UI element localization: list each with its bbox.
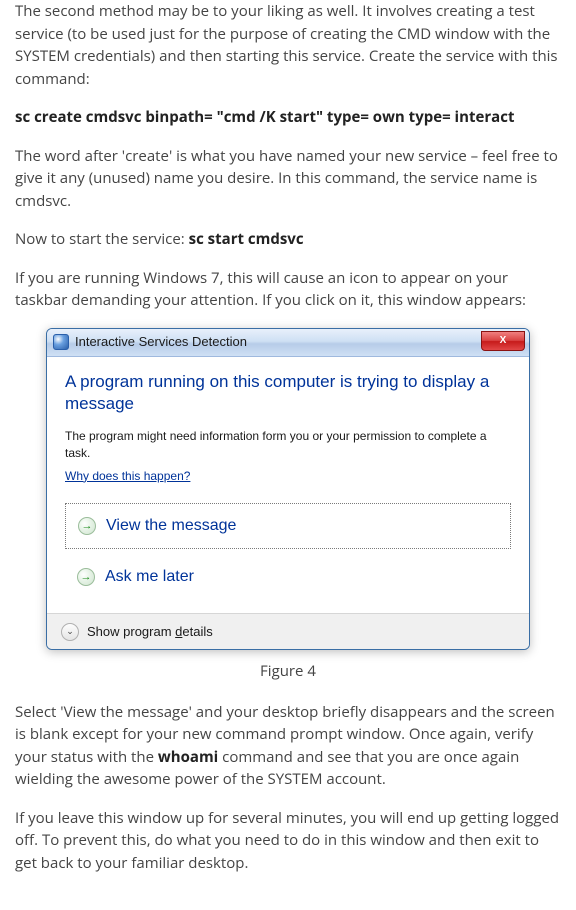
paragraph-win7-note: If you are running Windows 7, this will …: [15, 267, 561, 312]
dialog-titlebar: Interactive Services Detection X: [47, 329, 529, 357]
dialog-footer: ⌄ Show program details: [47, 613, 529, 650]
arrow-right-icon: →: [78, 517, 96, 535]
dialog-subtext: The program might need information form …: [65, 428, 511, 460]
paragraph-start-service: Now to start the service: sc start cmdsv…: [15, 228, 561, 251]
show-details-button[interactable]: Show program details: [87, 622, 213, 642]
paragraph-timeout-warning: If you leave this window up for several …: [15, 807, 561, 875]
why-does-this-happen-link[interactable]: Why does this happen?: [65, 467, 190, 485]
paragraph-method-intro: The second method may be to your liking …: [15, 0, 561, 90]
ask-later-label: Ask me later: [105, 565, 194, 589]
ask-me-later-option[interactable]: → Ask me later: [65, 555, 511, 599]
close-button[interactable]: X: [481, 331, 525, 351]
figure-caption: Figure 4: [15, 660, 561, 683]
dialog-heading: A program running on this computer is tr…: [65, 371, 511, 417]
arrow-right-icon: →: [77, 568, 95, 586]
text-start-service-prefix: Now to start the service:: [15, 229, 189, 249]
view-message-label: View the message: [106, 514, 236, 538]
details-suffix: etails: [182, 624, 212, 639]
dialog-body: A program running on this computer is tr…: [47, 357, 529, 613]
paragraph-service-name: The word after 'create' is what you have…: [15, 145, 561, 213]
dialog-screenshot-container: Interactive Services Detection X A progr…: [15, 328, 561, 651]
dialog-app-icon: [53, 334, 69, 350]
view-the-message-option[interactable]: → View the message: [65, 503, 511, 549]
close-icon: X: [500, 333, 507, 348]
details-prefix: Show program: [87, 624, 175, 639]
command-whoami: whoami: [158, 747, 218, 767]
chevron-down-icon[interactable]: ⌄: [61, 623, 79, 641]
paragraph-view-message: Select 'View the message' and your deskt…: [15, 701, 561, 791]
dialog-title: Interactive Services Detection: [75, 332, 247, 352]
interactive-services-dialog: Interactive Services Detection X A progr…: [46, 328, 530, 651]
command-start-service: sc start cmdsvc: [189, 229, 304, 249]
command-create-service: sc create cmdsvc binpath= "cmd /K start"…: [15, 106, 561, 129]
